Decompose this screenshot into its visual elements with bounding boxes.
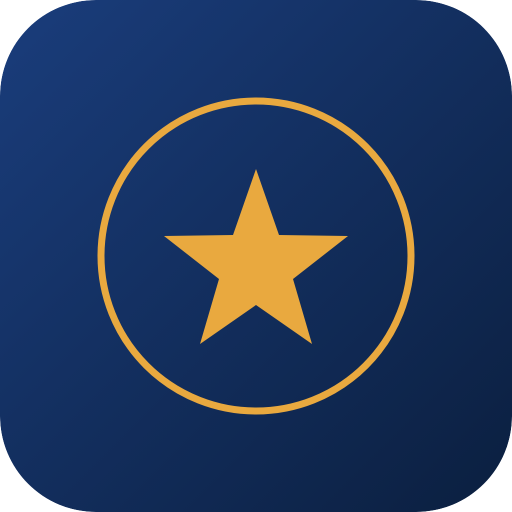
icon-canvas [0,0,512,512]
app-icon-graphic [0,0,512,512]
app-icon[interactable] [0,0,512,512]
